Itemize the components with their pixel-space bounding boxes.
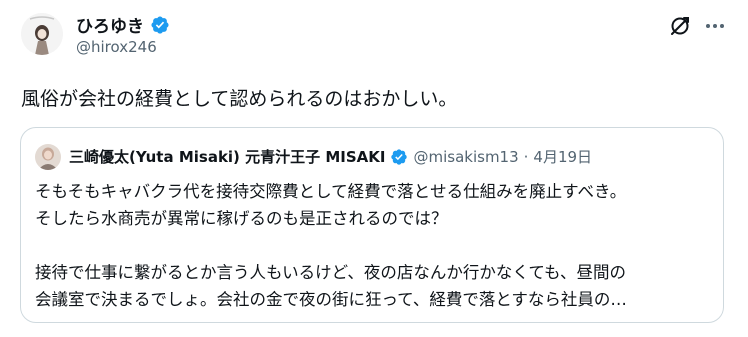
author-handle[interactable]: @hirox246: [76, 38, 157, 56]
quoted-date[interactable]: 4月19日: [533, 146, 592, 167]
more-options-icon[interactable]: [703, 16, 727, 36]
quoted-avatar[interactable]: [35, 144, 61, 170]
verified-badge-icon: [150, 15, 170, 35]
tweet-text: 風俗が会社の経費として認められるのはおかしい。: [21, 88, 458, 110]
quoted-display-name[interactable]: 三崎優太(Yuta Misaki) 元青汁王子 MISAKI: [69, 146, 385, 167]
quoted-tweet-card[interactable]: 三崎優太(Yuta Misaki) 元青汁王子 MISAKI @misakism…: [20, 127, 724, 323]
verified-badge-icon: [390, 148, 408, 166]
grok-icon[interactable]: [668, 14, 692, 38]
quoted-header: 三崎優太(Yuta Misaki) 元青汁王子 MISAKI @misakism…: [69, 146, 592, 167]
quoted-text-line: 会議室で決まるでしょ。会社の金で夜の街に狂って、経費で落とすなら社員の…: [35, 290, 627, 309]
quoted-text: そもそもキャバクラ代を接待交際費として経費で落とせる仕組みを廃止すべき。 そした…: [35, 178, 715, 313]
quoted-text-line: そしたら水商売が異常に稼げるのも是正されるのでは？: [35, 209, 448, 228]
author-name-row[interactable]: ひろゆき: [76, 12, 170, 37]
author-display-name[interactable]: ひろゆき: [76, 12, 144, 37]
quoted-text-line: そもそもキャバクラ代を接待交際費として経費で落とせる仕組みを廃止すべき。: [35, 182, 627, 201]
avatar[interactable]: [21, 13, 63, 55]
separator-dot: ·: [523, 147, 529, 166]
quoted-handle[interactable]: @misakism13: [413, 148, 518, 166]
quoted-text-line: [35, 232, 715, 259]
quoted-text-line: 接待で仕事に繋がるとか言う人もいるけど、夜の店なんか行かなくても、昼間の: [35, 263, 627, 282]
